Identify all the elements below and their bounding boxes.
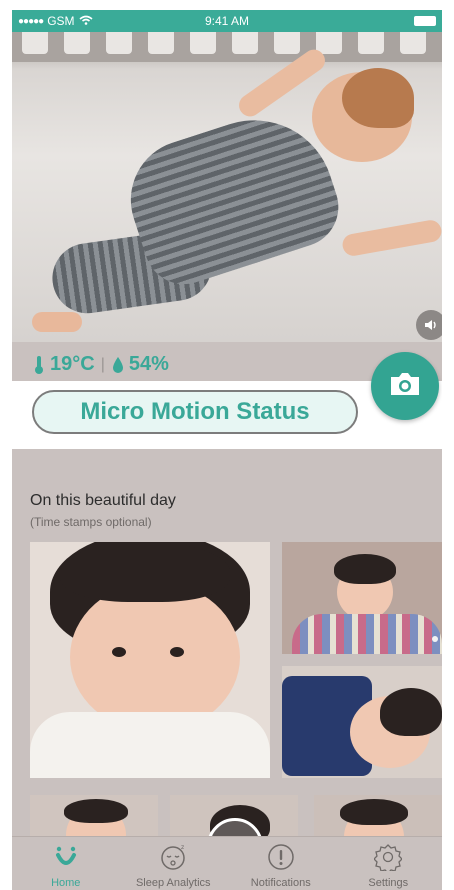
humidity-value: 54% bbox=[128, 353, 169, 375]
photo-thumbnail[interactable] bbox=[30, 542, 270, 778]
tab-label: Notifications bbox=[250, 877, 311, 889]
baby-hair bbox=[342, 68, 414, 128]
crib-rail bbox=[12, 32, 442, 62]
tab-sleep-analytics[interactable]: z Sleep Analytics bbox=[120, 837, 228, 890]
home-icon bbox=[54, 843, 78, 871]
camera-icon bbox=[388, 371, 422, 402]
battery-icon bbox=[414, 16, 436, 26]
humidity-drop-icon bbox=[111, 356, 125, 374]
baby-arm bbox=[340, 218, 442, 258]
snapshot-camera-button[interactable] bbox=[371, 352, 439, 420]
gear-icon bbox=[374, 843, 403, 871]
status-time: 9:41 AM bbox=[204, 14, 250, 28]
tab-bar: Home z Sleep Analytics Notifications Set… bbox=[12, 836, 442, 890]
environment-readings: 19°C | 54% bbox=[32, 353, 169, 376]
divider: | bbox=[100, 355, 105, 373]
tab-label: Settings bbox=[368, 877, 409, 889]
micro-motion-status-button[interactable]: Micro Motion Status bbox=[32, 390, 358, 434]
tab-notifications[interactable]: Notifications bbox=[227, 837, 335, 890]
tab-settings[interactable]: Settings bbox=[335, 837, 443, 890]
status-bar: ●●●●● GSM 9:41 AM bbox=[12, 10, 442, 32]
live-video-feed[interactable] bbox=[12, 32, 442, 342]
svg-text:z: z bbox=[181, 844, 184, 851]
photo-thumbnail[interactable] bbox=[282, 666, 442, 778]
tab-label: Sleep Analytics bbox=[135, 877, 211, 889]
section-subtitle: (Time stamps optional) bbox=[30, 515, 152, 529]
tab-home[interactable]: Home bbox=[12, 837, 120, 890]
thermometer-icon bbox=[32, 355, 46, 375]
speaker-icon[interactable] bbox=[416, 310, 442, 340]
app-screen: ●●●●● GSM 9:41 AM 19°C | 54% Micro Motio… bbox=[12, 10, 442, 890]
tab-label: Home bbox=[51, 877, 81, 889]
exclamation-icon bbox=[267, 843, 295, 871]
sleep-face-icon: z bbox=[159, 843, 187, 871]
photo-thumbnail[interactable] bbox=[282, 542, 442, 654]
section-title: On this beautiful day bbox=[30, 492, 176, 509]
baby-foot bbox=[32, 312, 82, 332]
photo-more-dot-icon bbox=[432, 636, 438, 642]
temperature-value: 19°C bbox=[50, 353, 95, 375]
